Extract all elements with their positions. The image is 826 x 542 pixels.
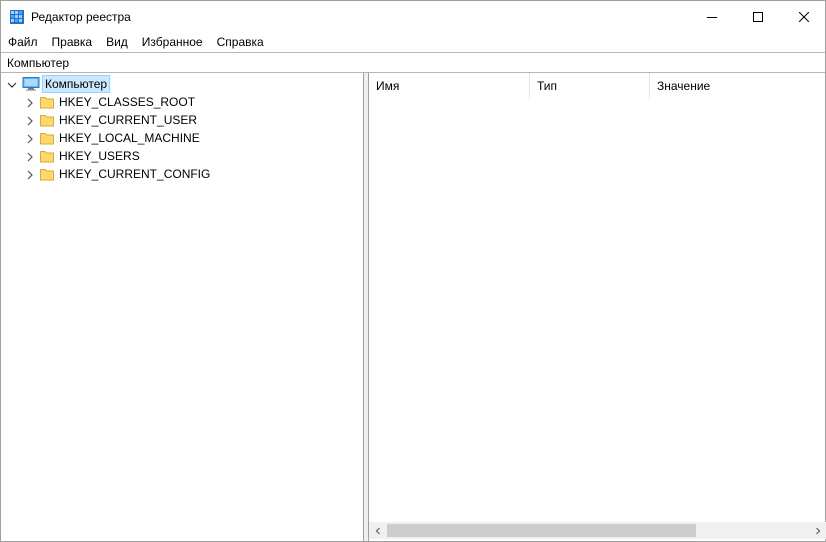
- tree-label: HKEY_CLASSES_ROOT: [59, 95, 196, 109]
- folder-icon: [40, 149, 54, 163]
- title-bar[interactable]: Редактор реестра: [1, 1, 825, 32]
- menu-file[interactable]: Файл: [1, 32, 45, 51]
- column-header-type[interactable]: Тип: [530, 73, 650, 99]
- menu-favorites[interactable]: Избранное: [135, 32, 210, 51]
- chevron-right-icon[interactable]: [25, 97, 35, 108]
- maximize-icon: [753, 11, 763, 22]
- chevron-down-icon[interactable]: [7, 79, 17, 89]
- chevron-right-icon[interactable]: [25, 151, 35, 162]
- values-list-pane[interactable]: Имя Тип Значение: [368, 73, 826, 541]
- scroll-right-button[interactable]: [809, 522, 826, 539]
- tree-label: HKEY_LOCAL_MACHINE: [59, 131, 200, 145]
- regedit-window: Редактор реестра Файл Правка Вид Избранн…: [0, 0, 826, 542]
- tree-item-hkey-users[interactable]: HKEY_USERS: [25, 147, 142, 165]
- tree-label: HKEY_CURRENT_CONFIG: [59, 167, 211, 181]
- tree-label-computer: Компьютер: [42, 75, 111, 93]
- close-button[interactable]: [781, 1, 826, 32]
- menu-help[interactable]: Справка: [210, 32, 271, 51]
- minimize-icon: [707, 16, 717, 18]
- tree-item-hkey-classes-root[interactable]: HKEY_CLASSES_ROOT: [25, 93, 197, 111]
- address-bar: [1, 52, 825, 73]
- column-header-name[interactable]: Имя: [369, 73, 530, 99]
- address-input[interactable]: [7, 56, 807, 70]
- scroll-left-button[interactable]: [369, 522, 386, 539]
- menu-edit[interactable]: Правка: [45, 32, 100, 51]
- tree-label: HKEY_USERS: [59, 149, 140, 163]
- tree-item-hkey-local-machine[interactable]: HKEY_LOCAL_MACHINE: [25, 129, 202, 147]
- tree-item-hkey-current-config[interactable]: HKEY_CURRENT_CONFIG: [25, 165, 212, 183]
- minimize-button[interactable]: [689, 1, 735, 32]
- chevron-right-icon[interactable]: [25, 115, 35, 126]
- list-header: Имя Тип Значение: [369, 73, 826, 99]
- folder-icon: [40, 113, 54, 127]
- folder-icon: [40, 167, 54, 181]
- tree-item-computer[interactable]: Компьютер: [7, 75, 111, 93]
- tree-item-hkey-current-user[interactable]: HKEY_CURRENT_USER: [25, 111, 199, 129]
- column-header-value[interactable]: Значение: [650, 73, 826, 99]
- chevron-right-icon[interactable]: [25, 133, 35, 144]
- window-title: Редактор реестра: [31, 10, 131, 24]
- chevron-left-icon: [375, 527, 380, 534]
- key-tree-pane[interactable]: Компьютер HKEY_CLASSES_ROOT HKEY_CURRENT…: [1, 73, 364, 541]
- maximize-button[interactable]: [735, 1, 781, 32]
- scroll-thumb[interactable]: [387, 524, 696, 537]
- horizontal-scrollbar[interactable]: [369, 522, 826, 539]
- computer-icon: [22, 77, 40, 91]
- folder-icon: [40, 131, 54, 145]
- menu-bar: Файл Правка Вид Избранное Справка: [1, 32, 825, 51]
- menu-view[interactable]: Вид: [99, 32, 135, 51]
- chevron-right-icon: [815, 527, 820, 534]
- folder-icon: [40, 95, 54, 109]
- registry-editor-icon: [10, 10, 24, 24]
- chevron-right-icon[interactable]: [25, 169, 35, 180]
- close-icon: [799, 11, 809, 22]
- tree-label: HKEY_CURRENT_USER: [59, 113, 198, 127]
